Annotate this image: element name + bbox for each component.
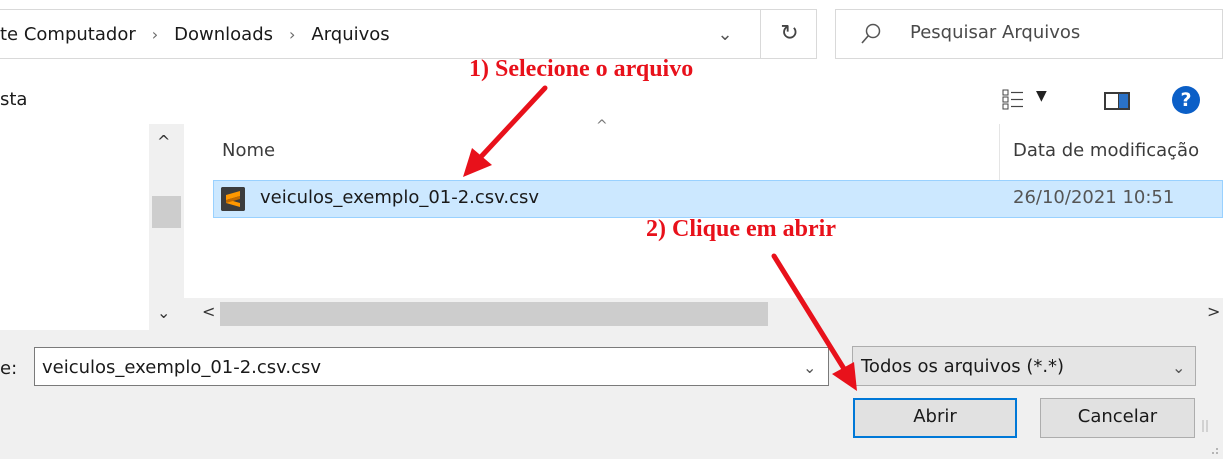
file-type-value[interactable]: Todos os arquivos (*.*): [861, 356, 1064, 377]
file-date: 26/10/2021 10:51: [1013, 187, 1175, 208]
refresh-icon[interactable]: ↻: [760, 9, 818, 59]
filename-history-dropdown-icon[interactable]: ⌄: [803, 358, 816, 377]
preview-pane-icon[interactable]: [1104, 92, 1130, 110]
arrow-to-file: [463, 85, 548, 177]
help-icon[interactable]: ?: [1172, 86, 1200, 114]
search-icon: [861, 23, 881, 44]
chevron-down-icon[interactable]: ⌄: [1172, 358, 1185, 377]
view-options-icon[interactable]: [1002, 88, 1024, 110]
sort-ascending-icon: ^: [596, 118, 608, 134]
breadcrumb-separator-icon[interactable]: ›: [152, 25, 158, 44]
cancel-button-label[interactable]: Cancelar: [1040, 406, 1195, 427]
breadcrumb-item-arquivos[interactable]: Arquivos: [311, 24, 389, 45]
scroll-up-icon[interactable]: ^: [157, 132, 170, 151]
filename-value[interactable]: veiculos_exemplo_01-2.csv.csv: [42, 357, 321, 378]
file-name[interactable]: veiculos_exemplo_01-2.csv.csv: [260, 187, 539, 208]
breadcrumb-item-computer[interactable]: te Computador: [0, 24, 136, 45]
column-header-date[interactable]: Data de modificação: [1013, 140, 1199, 161]
search-placeholder[interactable]: Pesquisar Arquivos: [910, 22, 1080, 43]
column-divider[interactable]: [999, 124, 1000, 182]
column-header-name[interactable]: Nome: [222, 140, 275, 161]
scroll-left-icon[interactable]: <: [202, 302, 215, 321]
annotation-step-2: 2) Clique em abrir: [646, 216, 836, 242]
address-history-dropdown-icon[interactable]: ⌄: [712, 22, 738, 48]
open-button-label[interactable]: Abrir: [853, 406, 1017, 427]
nav-scroll-thumb[interactable]: [152, 196, 181, 228]
view-dropdown-icon[interactable]: ▼: [1036, 88, 1047, 104]
breadcrumb-separator-icon[interactable]: ›: [289, 25, 295, 44]
scroll-down-icon[interactable]: ⌄: [157, 303, 170, 322]
filename-label: e:: [0, 358, 18, 379]
scroll-right-icon[interactable]: >: [1207, 302, 1220, 321]
resize-grip-icon[interactable]: [1200, 414, 1220, 454]
sublime-text-icon: [221, 187, 245, 211]
annotation-step-1: 1) Selecione o arquivo: [469, 56, 694, 82]
breadcrumb-item-downloads[interactable]: Downloads: [174, 24, 273, 45]
breadcrumb[interactable]: te Computador › Downloads › Arquivos: [0, 20, 390, 48]
horizontal-scroll-thumb[interactable]: [220, 302, 768, 326]
toolbar-truncated-label[interactable]: sta: [0, 89, 27, 110]
